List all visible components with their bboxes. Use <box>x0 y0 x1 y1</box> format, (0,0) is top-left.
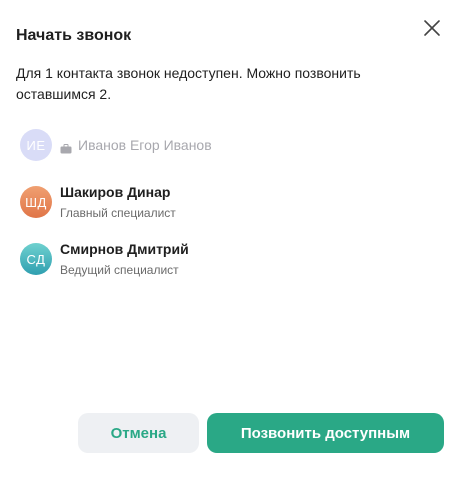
avatar: ШД <box>20 186 52 218</box>
contact-info: Смирнов Дмитрий Ведущий специалист <box>60 240 189 278</box>
contact-name: Шакиров Динар <box>60 184 171 200</box>
dialog-title: Начать звонок <box>16 27 132 44</box>
avatar-initials: СД <box>26 251 46 267</box>
contact-item: ИЕ Иванов Егор Иванов <box>20 129 212 161</box>
contact-name: Иванов Егор Иванов <box>60 136 212 154</box>
avatar: СД <box>20 243 52 275</box>
avatar-initials: ИЕ <box>26 137 46 153</box>
cancel-button[interactable]: Отмена <box>78 413 199 453</box>
close-icon[interactable] <box>421 17 443 39</box>
contact-item: СД Смирнов Дмитрий Ведущий специалист <box>20 240 189 278</box>
contact-name: Смирнов Дмитрий <box>60 241 189 257</box>
dialog-message: Для 1 контакта звонок недоступен. Можно … <box>16 65 361 102</box>
contact-role: Главный специалист <box>60 206 176 220</box>
contact-info: Иванов Егор Иванов <box>60 136 212 154</box>
contact-role: Ведущий специалист <box>60 263 179 277</box>
contact-name-text: Иванов Егор Иванов <box>78 137 212 153</box>
avatar: ИЕ <box>20 129 52 161</box>
contact-item: ШД Шакиров Динар Главный специалист <box>20 183 176 221</box>
contact-info: Шакиров Динар Главный специалист <box>60 183 176 221</box>
call-dialog: Начать звонок Для 1 контакта звонок недо… <box>0 0 460 477</box>
avatar-initials: ШД <box>25 194 47 210</box>
call-available-button[interactable]: Позвонить доступным <box>207 413 444 453</box>
briefcase-icon <box>60 140 72 154</box>
